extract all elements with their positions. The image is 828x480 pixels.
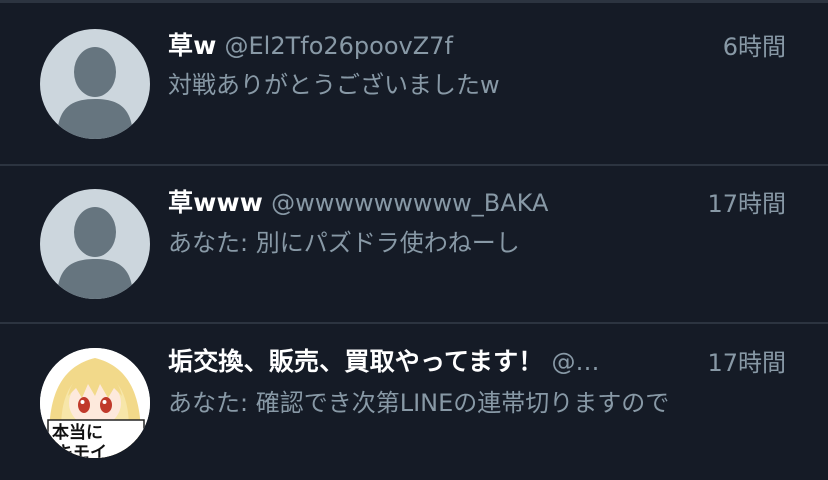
- name-line: 草w @El2Tfo26poovZ7f: [168, 26, 788, 62]
- timestamp: 17時間: [707, 349, 786, 377]
- default-avatar-icon[interactable]: [40, 189, 150, 299]
- display-name: 草w: [168, 31, 217, 60]
- svg-text:本当に: 本当に: [52, 422, 103, 443]
- message-preview: あなた: 別にパズドラ使わねーし: [168, 229, 520, 257]
- user-handle: @…: [551, 348, 600, 376]
- person-silhouette-icon: [57, 47, 133, 139]
- default-avatar-icon[interactable]: [40, 29, 150, 139]
- message-preview: 対戦ありがとうございましたw: [168, 71, 500, 99]
- name-line: 草www @wwwwwwwww_BAKA: [168, 183, 788, 219]
- anime-girl-image: 本当に キモイ: [40, 348, 150, 458]
- user-handle: @El2Tfo26poovZ7f: [224, 32, 453, 60]
- anime-avatar-image[interactable]: 本当に キモイ: [40, 348, 150, 458]
- display-name: 垢交換、販売、買取やってます！: [168, 347, 544, 376]
- person-silhouette-icon: [57, 207, 133, 299]
- display-name: 草www: [168, 188, 264, 217]
- timestamp: 17時間: [707, 190, 786, 218]
- conversation-row-2[interactable]: 草www @wwwwwwwww_BAKA 17時間 あなた: 別にパズドラ使わねー…: [0, 166, 828, 324]
- conversation-row-3[interactable]: 本当に キモイ 垢交換、販売、買取やってます！ @… 17時間 あなた: 確認でき…: [0, 324, 828, 480]
- svg-text:キモイ: キモイ: [56, 443, 107, 458]
- name-line: 垢交換、販売、買取やってます！ @…: [168, 342, 666, 378]
- message-preview: あなた: 確認でき次第LINEの連帯切りますので: [168, 389, 670, 417]
- conversation-row-1[interactable]: 草w @El2Tfo26poovZ7f 6時間 対戦ありがとうございましたw: [0, 3, 828, 166]
- timestamp: 6時間: [722, 33, 786, 61]
- user-handle: @wwwwwwwww_BAKA: [271, 189, 549, 217]
